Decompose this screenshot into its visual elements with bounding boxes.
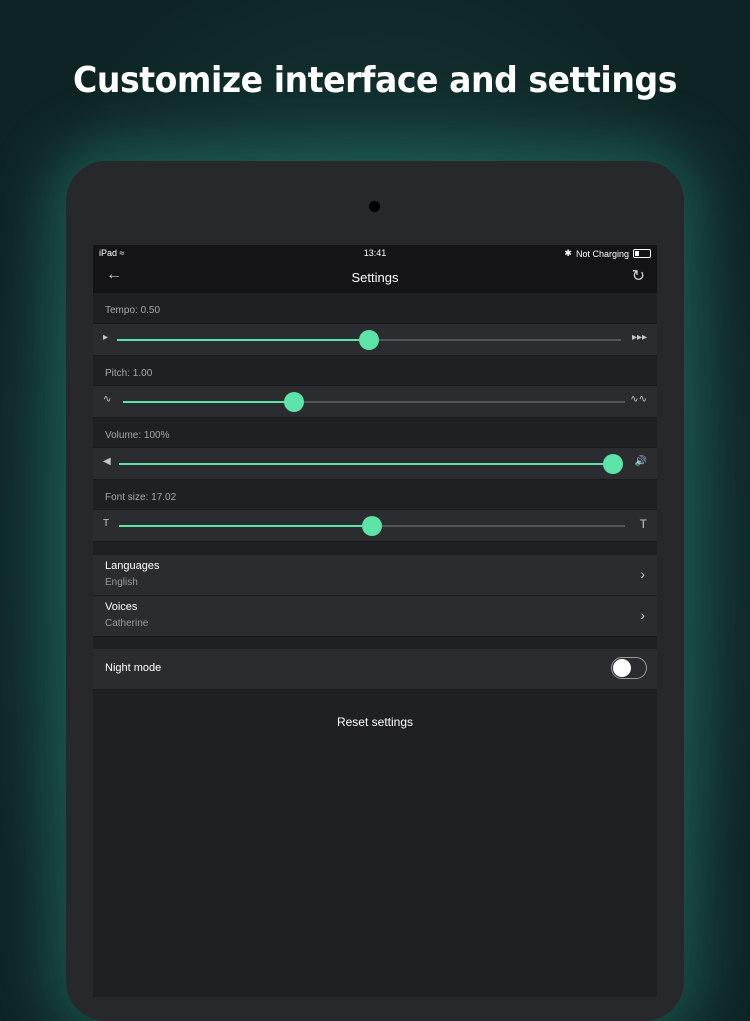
font-size-slider-row: T T [93, 509, 657, 542]
night-mode-label: Night mode [105, 662, 162, 674]
bluetooth-icon: ✱ [564, 248, 572, 258]
chevron-right-icon: › [640, 566, 645, 582]
chevron-right-icon: › [640, 607, 645, 623]
font-size-fill [119, 525, 372, 527]
font-size-track[interactable] [119, 516, 625, 536]
night-mode-row: Night mode [93, 649, 657, 690]
languages-row[interactable]: Languages English › [93, 555, 657, 596]
reset-settings-button[interactable]: Reset settings [93, 715, 657, 729]
tempo-track[interactable] [117, 330, 621, 350]
font-size-thumb[interactable] [362, 516, 382, 536]
refresh-icon[interactable]: ↻ [632, 266, 645, 286]
tempo-fill [117, 339, 369, 341]
toggle-knob [613, 659, 631, 677]
languages-title: Languages [105, 560, 160, 572]
volume-high-icon: 🔊 [634, 456, 647, 467]
fast-forward-icon: ▸▸▸ [631, 332, 647, 343]
pitch-thumb[interactable] [283, 392, 304, 412]
text-large-icon: T [639, 517, 647, 531]
voices-title: Voices [105, 601, 138, 613]
voices-value: Catherine [105, 618, 149, 629]
pitch-track[interactable] [123, 392, 625, 412]
pitch-fill [123, 401, 294, 403]
text-small-icon: T [103, 518, 110, 529]
wave-high-icon: ∿∿ [630, 394, 647, 405]
camera [369, 201, 380, 212]
tempo-label: Tempo: 0.50 [105, 305, 161, 316]
volume-low-icon: ◀ [103, 456, 111, 467]
pitch-slider-row: ∿ ∿∿ [93, 385, 657, 418]
battery-icon [633, 249, 651, 258]
tempo-thumb[interactable] [359, 330, 379, 350]
languages-value: English [105, 577, 138, 588]
headline: Customize interface and settings [73, 60, 677, 101]
volume-thumb[interactable] [603, 454, 623, 474]
charging-status: Not Charging [575, 248, 629, 259]
wave-low-icon: ∿ [103, 394, 112, 405]
volume-slider-row: ◀ 🔊 [93, 447, 657, 480]
volume-label: Volume: 100% [105, 430, 170, 441]
voices-row[interactable]: Voices Catherine › [93, 596, 657, 637]
tempo-slider-row: ▸ ▸▸▸ [93, 323, 657, 356]
volume-track[interactable] [119, 454, 623, 474]
status-bar: iPad ≈ 13:41 ✱ Not Charging [93, 245, 657, 261]
play-slow-icon: ▸ [103, 332, 109, 343]
screen: iPad ≈ 13:41 ✱ Not Charging ← Settings ↻… [93, 245, 657, 997]
font-size-label: Font size: 17.02 [105, 492, 177, 503]
ipad-frame: iPad ≈ 13:41 ✱ Not Charging ← Settings ↻… [66, 161, 684, 1021]
page-title: Settings [351, 270, 399, 285]
volume-fill [119, 463, 613, 465]
night-mode-toggle[interactable] [611, 657, 647, 679]
nav-bar: ← Settings ↻ [93, 261, 657, 293]
pitch-label: Pitch: 1.00 [105, 368, 153, 379]
